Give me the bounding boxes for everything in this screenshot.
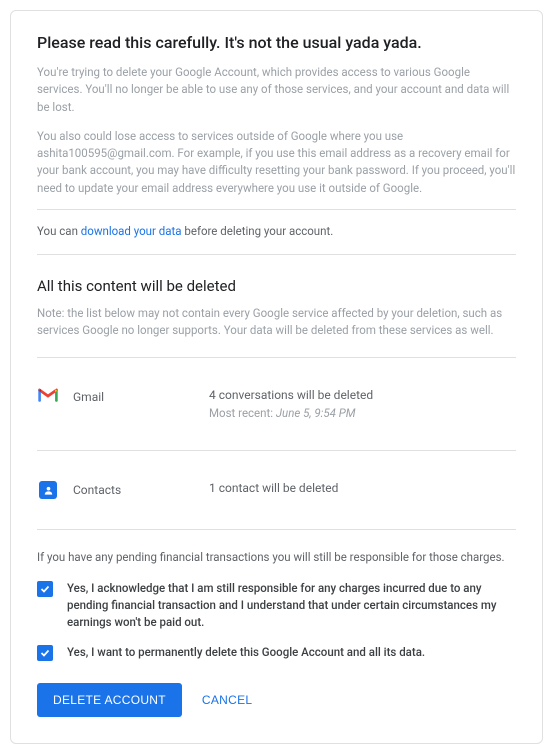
gmail-summary: 4 conversations will be deleted [209, 388, 516, 402]
intro-para-2: You also could lose access to services o… [37, 128, 516, 197]
divider [37, 254, 516, 255]
gmail-recent-value: June 5, 9:54 PM [276, 406, 356, 420]
ack-label-2: Yes, I want to permanently delete this G… [53, 644, 425, 661]
service-row-contacts: Contacts 1 contact will be deleted [37, 461, 516, 519]
service-row-gmail: Gmail 4 conversations will be deleted Mo… [37, 368, 516, 440]
ack-row-1: Yes, I acknowledge that I am still respo… [37, 580, 516, 630]
gmail-recent-label: Most recent: [209, 406, 276, 420]
divider [37, 357, 516, 358]
service-name-gmail: Gmail [59, 388, 209, 404]
contacts-summary: 1 contact will be deleted [209, 481, 516, 495]
content-deleted-note: Note: the list below may not contain eve… [37, 305, 516, 340]
intro-para-1: You're trying to delete your Google Acco… [37, 64, 516, 116]
contacts-icon [37, 481, 59, 499]
ack-label-1: Yes, I acknowledge that I am still respo… [53, 580, 516, 630]
ack-row-2: Yes, I want to permanently delete this G… [37, 644, 516, 661]
gmail-icon [37, 388, 59, 403]
ack-checkbox-2[interactable] [37, 645, 53, 661]
delete-account-button[interactable]: DELETE ACCOUNT [37, 683, 182, 717]
divider [37, 529, 516, 530]
download-row: You can download your data before deleti… [37, 220, 516, 244]
page-title: Please read this carefully. It's not the… [37, 33, 516, 52]
cancel-button[interactable]: CANCEL [202, 693, 252, 707]
divider [37, 450, 516, 451]
ack-checkbox-1[interactable] [37, 581, 53, 597]
delete-account-card: Please read this carefully. It's not the… [10, 10, 543, 744]
download-data-link[interactable]: download your data [81, 224, 182, 238]
divider [37, 209, 516, 210]
download-prefix: You can [37, 224, 81, 238]
action-row: DELETE ACCOUNT CANCEL [37, 683, 516, 717]
financial-notice: If you have any pending financial transa… [37, 550, 516, 564]
content-deleted-heading: All this content will be deleted [37, 277, 516, 295]
service-name-contacts: Contacts [59, 481, 209, 497]
download-suffix: before deleting your account. [182, 224, 334, 238]
